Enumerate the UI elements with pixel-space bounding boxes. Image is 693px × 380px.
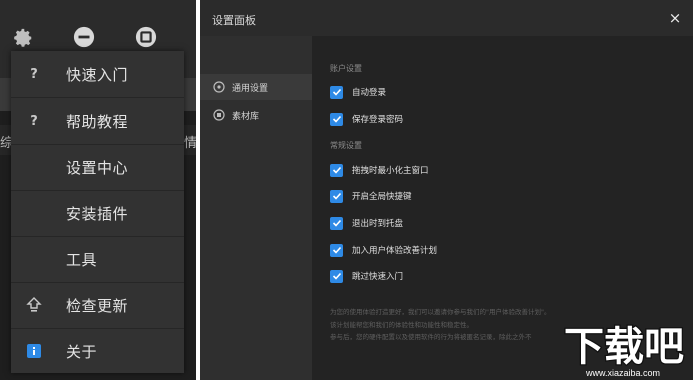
gear-icon	[213, 81, 225, 93]
option-exit-to-tray[interactable]: 退出时到托盘	[330, 216, 403, 230]
description-line: 该计划能帮您和我们的体验性和功能性和稳定性。	[330, 321, 473, 329]
option-label: 保存登录密码	[352, 115, 404, 125]
minimize-icon[interactable]	[73, 26, 95, 48]
maximize-icon[interactable]	[135, 26, 157, 48]
option-user-experience-plan[interactable]: 加入用户体验改善计划	[330, 243, 437, 257]
update-icon	[25, 296, 43, 314]
dialog-title: 设置面板	[212, 14, 256, 27]
gear-icon[interactable]	[12, 27, 34, 49]
option-label: 自动登录	[352, 88, 387, 98]
sidebar-item-label: 素材库	[232, 111, 260, 122]
menu-item-label: 快速入门	[66, 65, 129, 84]
option-skip-quick-start[interactable]: 跳过快速入门	[330, 269, 403, 283]
menu-item-label: 帮助教程	[66, 112, 129, 131]
option-minimize-on-drag[interactable]: 拖拽时最小化主窗口	[330, 163, 429, 177]
menu-item-install-plugin[interactable]: 安装插件	[11, 190, 184, 236]
sidebar-item-general[interactable]: 通用设置	[200, 74, 312, 100]
option-auto-login[interactable]: 自动登录	[330, 85, 386, 99]
help-icon: ?	[30, 66, 38, 82]
sidebar-item-material-library[interactable]: 素材库	[200, 102, 312, 128]
option-label: 退出时到托盘	[352, 219, 404, 229]
option-label: 加入用户体验改善计划	[352, 246, 438, 256]
library-icon	[213, 109, 225, 121]
menu-item-check-update[interactable]: 检查更新	[11, 282, 184, 328]
menu-item-label: 关于	[66, 342, 98, 361]
section-header-account: 账户设置	[330, 64, 362, 73]
menu-item-label: 设置中心	[66, 158, 129, 177]
settings-sidebar: 通用设置 素材库	[200, 36, 312, 380]
option-label: 跳过快速入门	[352, 272, 404, 282]
watermark-url: www.xiazaiba.com	[586, 368, 661, 378]
close-icon[interactable]: ×	[665, 8, 685, 28]
partial-text-right: 情	[184, 136, 196, 151]
svg-text:下载吧: 下载吧	[564, 325, 684, 368]
watermark: 下载吧 www.xiazaiba.com	[556, 318, 693, 380]
xiazaiba-logo: 下载吧	[563, 324, 686, 368]
sidebar-item-label: 通用设置	[232, 83, 269, 94]
main-app-window: 综 情 ? 快速入门 ? 帮助教程 设置中心 安装插件 工具 检查更新 关于	[0, 0, 196, 380]
description-line: 为您的使用体验打造更好，我们可以邀请你参与我们的"用户体验改善计划"。	[330, 308, 551, 316]
checkbox-checked[interactable]	[330, 243, 343, 257]
settings-dropdown-menu: ? 快速入门 ? 帮助教程 设置中心 安装插件 工具 检查更新 关于	[11, 51, 184, 373]
checkbox-checked[interactable]	[330, 269, 343, 283]
info-icon	[25, 342, 43, 360]
menu-item-tools[interactable]: 工具	[11, 236, 184, 282]
menu-item-about[interactable]: 关于	[11, 328, 184, 374]
checkbox-checked[interactable]	[330, 112, 343, 126]
option-label: 拖拽时最小化主窗口	[352, 166, 429, 176]
dialog-title-bar: 设置面板 ×	[200, 0, 693, 36]
menu-item-label: 安装插件	[66, 204, 129, 223]
checkbox-checked[interactable]	[330, 216, 343, 230]
menu-item-quick-start[interactable]: ? 快速入门	[11, 51, 184, 97]
option-save-password[interactable]: 保存登录密码	[330, 112, 403, 126]
option-global-hotkey[interactable]: 开启全局快捷键	[330, 189, 412, 203]
menu-item-help-tutorial[interactable]: ? 帮助教程	[11, 98, 184, 144]
menu-item-settings-center[interactable]: 设置中心	[11, 144, 184, 190]
checkbox-checked[interactable]	[330, 85, 343, 99]
section-header-general: 常规设置	[330, 141, 362, 150]
checkbox-checked[interactable]	[330, 163, 343, 177]
help-icon: ?	[30, 113, 38, 129]
menu-item-label: 检查更新	[66, 296, 129, 315]
checkbox-checked[interactable]	[330, 189, 343, 203]
menu-item-label: 工具	[66, 250, 98, 269]
option-label: 开启全局快捷键	[352, 192, 412, 202]
description-line: 参与后，您的硬件配置以及使用软件的行为将被匿名记录，除此之外不	[330, 333, 532, 341]
